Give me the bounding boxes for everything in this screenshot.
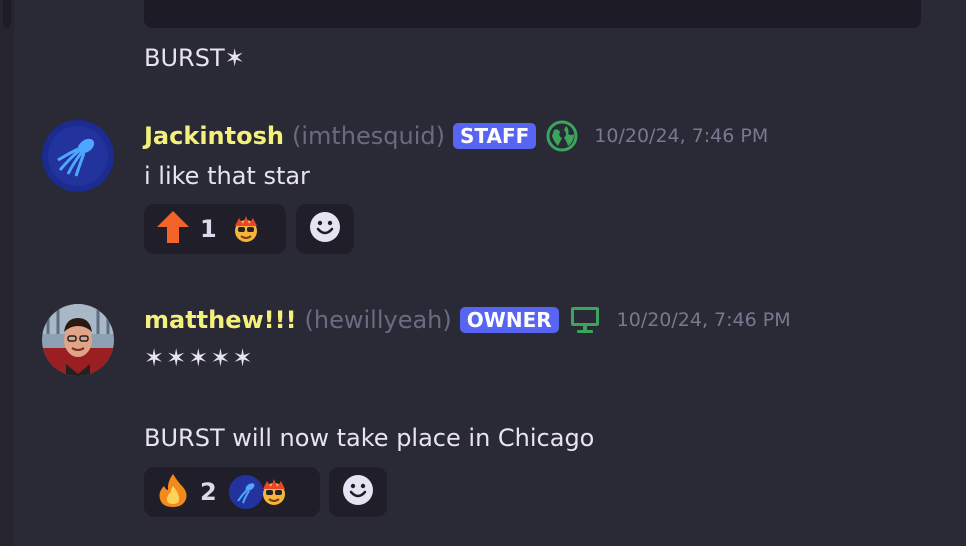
avatar[interactable] [42,304,114,376]
up-arrow-icon [156,209,190,249]
message-text: BURST✶ [144,44,245,72]
role-tag[interactable]: OWNER [459,307,559,333]
role-tag[interactable]: STAFF [452,123,537,149]
username: (imthesquid) [291,122,445,150]
timestamp[interactable]: 10/20/24, 7:46 PM [594,125,768,147]
display-name[interactable]: matthew!!! [144,306,297,334]
reaction-upvote[interactable]: 1 [144,204,286,254]
message-text: i like that star [144,162,310,190]
message-text: BURST will now take place in Chicago [144,424,595,452]
message-text: ✶✶✶✶✶ [144,344,255,372]
smiley-icon [342,474,374,510]
add-reaction-button[interactable] [296,204,354,254]
display-name[interactable]: Jackintosh [144,122,284,150]
timestamp[interactable]: 10/20/24, 7:46 PM [617,309,791,331]
add-reaction-button[interactable] [329,467,387,517]
embed-card [144,0,921,28]
reactor-avatars [229,212,263,246]
reactor-avatar [229,212,263,246]
globe-icon [546,120,578,152]
message-header: matthew!!! (hewillyeah) OWNER 10/20/24, … [144,303,791,337]
smiley-icon [309,211,341,247]
desktop-icon [569,305,601,335]
reactor-avatar [257,475,291,509]
username: (hewillyeah) [304,306,452,334]
reaction-count: 2 [200,478,217,506]
reaction-count: 1 [200,215,217,243]
scrollbar-thumb[interactable] [3,0,11,28]
message-header: Jackintosh (imthesquid) STAFF 10/20/24, … [144,119,768,153]
scrollbar[interactable] [0,0,14,546]
reactor-avatars [228,475,291,509]
fire-icon [156,472,190,512]
reaction-fire[interactable]: 2 [144,467,320,517]
avatar[interactable] [42,120,114,192]
